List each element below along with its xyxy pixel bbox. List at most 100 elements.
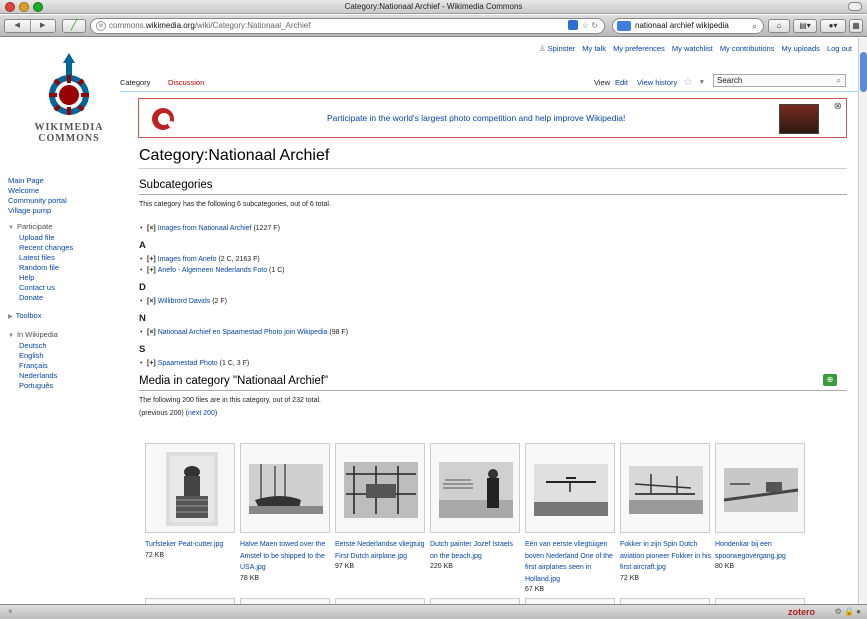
url-bar[interactable]: w commons.wikimedia.org/wiki/Category:Na… [90,18,605,34]
tab-view[interactable]: View [594,78,610,87]
close-addon-bar-icon[interactable]: × [8,605,13,619]
bookmarks-menu-icon[interactable]: ▤▾ [793,19,817,33]
sidebar-item-welcome[interactable]: Welcome [8,186,118,196]
personal-link-uploads[interactable]: My uploads [782,44,820,53]
commons-logo[interactable]: WIKIMEDIA COMMONS [22,50,116,146]
toolbar-toggle-button[interactable] [848,2,862,11]
tab-category[interactable]: Category [120,78,150,87]
star-icon[interactable]: ☆ [582,21,589,30]
thumbnail[interactable] [525,443,615,533]
sidebar-item-latest-files[interactable]: Latest files [8,253,118,263]
subcategory-link[interactable]: Images from Nationaal Archief [158,225,252,232]
subcategory-link[interactable]: Spaarnestad Photo [158,360,218,367]
banner-image [779,104,819,134]
watch-star-icon[interactable]: ☆ [683,75,693,88]
tab-view-history[interactable]: View history [637,78,677,87]
thumbnail[interactable] [145,443,235,533]
scrollbar-thumb[interactable] [860,52,867,92]
thumbnail-caption[interactable]: Hondenkar bij een spoorwegovergang.jpg [715,539,807,562]
sidebar-section-participate[interactable]: ▼ Participate [8,222,118,233]
wiki-search-input[interactable]: Search ⌕ [713,74,846,87]
site-identity-icon[interactable]: w [96,21,106,31]
thumbnail[interactable] [620,443,710,533]
sidebar-item-lang-de[interactable]: Deutsch [8,341,118,351]
gallery-item: Fokker in zijn Spin Dutch aviation pione… [620,443,712,584]
subcategory-link[interactable]: Willibrord Davids [158,298,211,305]
subcategory-link[interactable]: Nationaal Archief en Spaarnestad Photo j… [158,329,328,336]
sidebar-item-village-pump[interactable]: Village pump [8,206,118,216]
banner-link[interactable]: Participate in the world's largest photo… [327,113,625,123]
personal-link-watchlist[interactable]: My watchlist [672,44,713,53]
subcategory-link[interactable]: Images from Anefo [158,256,217,263]
personal-link-logout[interactable]: Log out [827,44,852,53]
sidebar-section-toolbox[interactable]: ▶ Toolbox [8,311,118,322]
personal-link-user[interactable]: Spinster [548,44,576,53]
thumbnail-caption[interactable]: Halve Maen towed over the Amstel to be s… [240,539,332,574]
vertical-scrollbar[interactable] [858,38,867,604]
gallery-tool-icon[interactable]: ⊕ [823,374,837,386]
sidebar-item-upload-file[interactable]: Upload file [8,233,118,243]
subcategory-toggle[interactable]: [×] [147,329,156,336]
subcategory-toggle[interactable]: [+] [147,360,156,367]
thumbnail-caption[interactable]: Turfsteker Peat-cutter.jpg [145,539,237,551]
sidebar-item-lang-fr[interactable]: Français [8,361,118,371]
subcategory-link[interactable]: Anefo - Algemeen Nederlands Foto [158,267,267,274]
thumbnail[interactable] [335,443,425,533]
zoom-window-button[interactable] [33,2,43,12]
next-page-link[interactable]: next 200 [188,410,215,417]
personal-link-talk[interactable]: My talk [582,44,606,53]
minimize-window-button[interactable] [19,2,29,12]
thumbnail-caption[interactable]: Eén van eerste vliegtuigen boven Nederla… [525,539,617,585]
close-window-button[interactable] [5,2,15,12]
tab-discussion[interactable]: Discussion [168,78,204,87]
sidebar-item-lang-pt[interactable]: Português [8,381,118,391]
url-domain: wikimedia.org [145,21,195,30]
personal-link-preferences[interactable]: My preferences [613,44,665,53]
sidebar-item-lang-en[interactable]: English [8,351,118,361]
sidebar-item-lang-nl[interactable]: Nederlands [8,371,118,381]
back-icon[interactable]: ◀ [5,20,31,32]
status-icons[interactable]: ⚙ 🔒 ● [835,605,861,619]
bookmarklet-icon[interactable]: ╱ [62,19,86,33]
sidebar-item-main-page[interactable]: Main Page [8,176,118,186]
thumbnail-size: 220 KB [430,563,453,570]
zotero-button[interactable]: zotero [788,605,815,619]
search-icon[interactable]: ⌕ [752,19,757,33]
browser-search-bar[interactable]: nationaal archief wikipedia ⌕ [612,18,764,34]
sidebar-section-in-wikipedia[interactable]: ▼ In Wikipedia [8,330,118,341]
personal-link-contributions[interactable]: My contributions [720,44,775,53]
thumbnail[interactable] [240,443,330,533]
banner-close-icon[interactable]: ⊗ [834,101,842,112]
participate-label: Participate [16,222,53,231]
subcategory-toggle[interactable]: [×] [147,225,156,232]
thumbnail[interactable] [430,443,520,533]
thumbnail-caption[interactable]: Dutch painter Jozef Israels on the beach… [430,539,522,562]
wiki-search-icon[interactable]: ⌕ [837,75,841,86]
sidebar-item-donate[interactable]: Donate [8,293,118,303]
thumbnail-caption[interactable]: Fokker in zijn Spin Dutch aviation pione… [620,539,712,574]
search-engine-icon[interactable] [617,21,631,31]
sidebar-item-community-portal[interactable]: Community portal [8,196,118,206]
sidebar-item-recent-changes[interactable]: Recent changes [8,243,118,253]
nav-buttons: ◀ ▶ [4,19,56,33]
page-menu-icon[interactable]: ▦ [849,19,863,33]
thumbnail[interactable] [715,443,805,533]
subcategory-toggle[interactable]: [×] [147,298,156,305]
logo-line-1: WIKIMEDIA [34,122,104,133]
forward-icon[interactable]: ▶ [31,20,56,32]
sidebar-item-help[interactable]: Help [8,273,118,283]
status-bar: × zotero ⚙ 🔒 ● [0,604,867,619]
reload-icon[interactable]: ↻ [591,21,598,30]
tab-edit[interactable]: Edit [615,78,628,87]
subcategory-toggle[interactable]: [+] [147,267,156,274]
sidebar-item-contact-us[interactable]: Contact us [8,283,118,293]
addon-menu-icon[interactable]: ●▾ [820,19,846,33]
thumbnail-caption[interactable]: Eerste Nederlandse vliegtuig First Dutch… [335,539,427,562]
rss-icon[interactable] [567,20,578,30]
more-actions-chevron-down-icon[interactable]: ▾ [700,77,704,86]
subcategory-toggle[interactable]: [+] [147,256,156,263]
home-icon[interactable]: ⌂ [768,19,790,33]
toolbox-label: Toolbox [15,311,42,320]
sidebar-item-random-file[interactable]: Random file [8,263,118,273]
gallery-item: Turfsteker Peat-cutter.jpg 72 KB [145,443,237,561]
